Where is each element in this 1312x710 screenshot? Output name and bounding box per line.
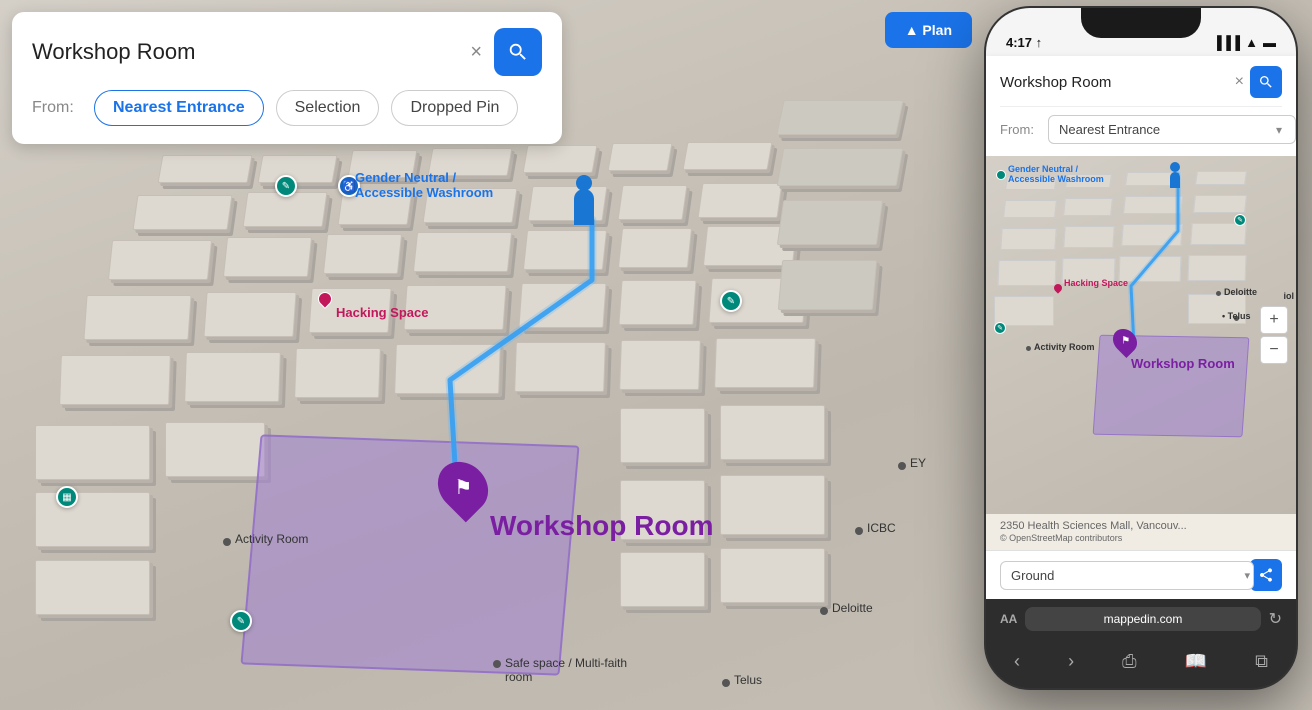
phone-search-panel: Workshop Room × From: Nearest Entrance S… [986, 56, 1296, 156]
search-button[interactable] [494, 28, 542, 76]
battery-icon: ▬ [1263, 35, 1276, 50]
phone-notch [1081, 8, 1201, 38]
chart-icon: ▦ [56, 486, 78, 508]
icbc-dot [855, 527, 863, 535]
phone-back-button[interactable]: ‹ [1006, 647, 1028, 676]
phone-from-select[interactable]: Nearest Entrance Selection Dropped Pin [1048, 115, 1296, 144]
dropped-pin-button[interactable]: Dropped Pin [391, 90, 518, 126]
phone-aa[interactable]: AA [1000, 612, 1017, 626]
safespace-dot [493, 660, 501, 668]
washroom-icon: ♿ [338, 175, 360, 197]
phone-start-pin [1170, 162, 1180, 188]
search-input[interactable]: Workshop Room [32, 39, 458, 65]
edit-icon-3: ✎ [230, 610, 252, 632]
phone-from-label: From: [1000, 122, 1040, 137]
edit-icon-2: ✎ [720, 290, 742, 312]
phone-time: 4:17 ↑ [1006, 35, 1042, 50]
share-icon [1258, 567, 1274, 583]
phone-status-icons: ▐▐▐ ▲ ▬ [1212, 35, 1276, 50]
phone-iol-label: iol [1284, 291, 1295, 301]
phone-zoom-out[interactable]: − [1260, 336, 1288, 364]
phone-browser-bar: AA mappedin.com ↻ [986, 599, 1296, 639]
search-clear-button[interactable]: × [466, 37, 486, 68]
phone-map-controls: + − [1260, 306, 1288, 364]
hacking-space-pin [318, 292, 332, 306]
activity-room-dot [223, 538, 231, 546]
search-panel: Workshop Room × From: Nearest Entrance S… [12, 12, 562, 144]
phone-frame: 4:17 ↑ ▐▐▐ ▲ ▬ Workshop Room × F [986, 8, 1296, 688]
phone-nav-bar: ‹ › ⎙ 📖 ⧉ [986, 639, 1296, 688]
phone-share-button[interactable] [1250, 559, 1282, 591]
phone-search-row: Workshop Room × [1000, 66, 1282, 107]
phone-telus-label: • Telus [1222, 311, 1251, 321]
wifi-icon: ▲ [1245, 35, 1258, 50]
phone-washroom-label: Gender Neutral /Accessible Washroom [1008, 164, 1104, 184]
phone-address-bar: 2350 Health Sciences Mall, Vancouv... © … [986, 514, 1296, 550]
phone-attribution: © OpenStreetMap contributors [1000, 533, 1122, 543]
ey-label: EY [910, 456, 926, 470]
phone-search-icon [1258, 74, 1274, 90]
mappedin-button[interactable]: ▲ Plan [885, 12, 972, 48]
phone-bookmarks-button[interactable]: 📖 [1177, 647, 1215, 676]
deloitte-label: Deloitte [832, 601, 873, 615]
phone-workshop-pin: ⚑ [1114, 328, 1136, 354]
from-row: From: Nearest Entrance Selection Dropped… [32, 90, 542, 126]
phone-share-nav-button[interactable]: ⎙ [1114, 647, 1144, 676]
phone-washroom-icon [996, 170, 1006, 180]
search-icon [507, 41, 529, 63]
phone-clear-button[interactable]: × [1235, 73, 1244, 91]
signal-icon: ▐▐▐ [1212, 35, 1240, 50]
phone-from-row: From: Nearest Entrance Selection Dropped… [1000, 115, 1282, 144]
icbc-label: ICBC [867, 521, 896, 535]
phone-activity-label: Activity Room [1034, 342, 1095, 352]
phone-address: 2350 Health Sciences Mall, Vancouv... [1000, 520, 1187, 532]
phone-edit-dot: ✎ [994, 322, 1006, 334]
workshop-room-highlight [240, 434, 579, 675]
phone-reload-icon[interactable]: ↻ [1269, 609, 1282, 629]
phone-workshop-label: Workshop Room [1131, 356, 1235, 371]
mappedin-logo: ▲ Plan [885, 12, 972, 48]
phone-search-input[interactable]: Workshop Room [1000, 74, 1229, 91]
edit-icon: ✎ [275, 175, 297, 197]
ey-dot [898, 462, 906, 470]
telus-dot [722, 679, 730, 687]
telus-label: Telus [734, 673, 762, 687]
phone-search-button[interactable] [1250, 66, 1282, 98]
location-arrow: ↑ [1036, 35, 1043, 50]
phone-tabs-button[interactable]: ⧉ [1247, 647, 1276, 676]
start-pin [574, 175, 594, 225]
workshop-pin: ⚑ [440, 460, 486, 514]
phone-mockup: 4:17 ↑ ▐▐▐ ▲ ▬ Workshop Room × F [986, 8, 1296, 688]
deloitte-dot [820, 607, 828, 615]
phone-forward-button[interactable]: › [1060, 647, 1082, 676]
phone-activity-dot [1026, 346, 1031, 351]
phone-deloitte-label: Deloitte [1224, 287, 1257, 297]
nearest-entrance-button[interactable]: Nearest Entrance [94, 90, 264, 126]
phone-floor-bar: Ground Level 1 Level 2 ▾ [986, 550, 1296, 599]
phone-url-bar[interactable]: mappedin.com [1025, 607, 1260, 631]
phone-floor-select[interactable]: Ground Level 1 Level 2 [1000, 561, 1254, 590]
phone-hacking-label: Hacking Space [1064, 278, 1128, 288]
phone-deloitte-dot [1216, 291, 1221, 296]
selection-button[interactable]: Selection [276, 90, 380, 126]
phone-map[interactable]: ⚑ Hacking Space Gender Neutral /Accessib… [986, 156, 1296, 514]
search-row: Workshop Room × [32, 28, 542, 76]
phone-edit-dot-2: ✎ [1234, 214, 1246, 226]
phone-zoom-in[interactable]: + [1260, 306, 1288, 334]
phone-hacking-pin [1054, 284, 1062, 292]
from-label: From: [32, 99, 82, 117]
